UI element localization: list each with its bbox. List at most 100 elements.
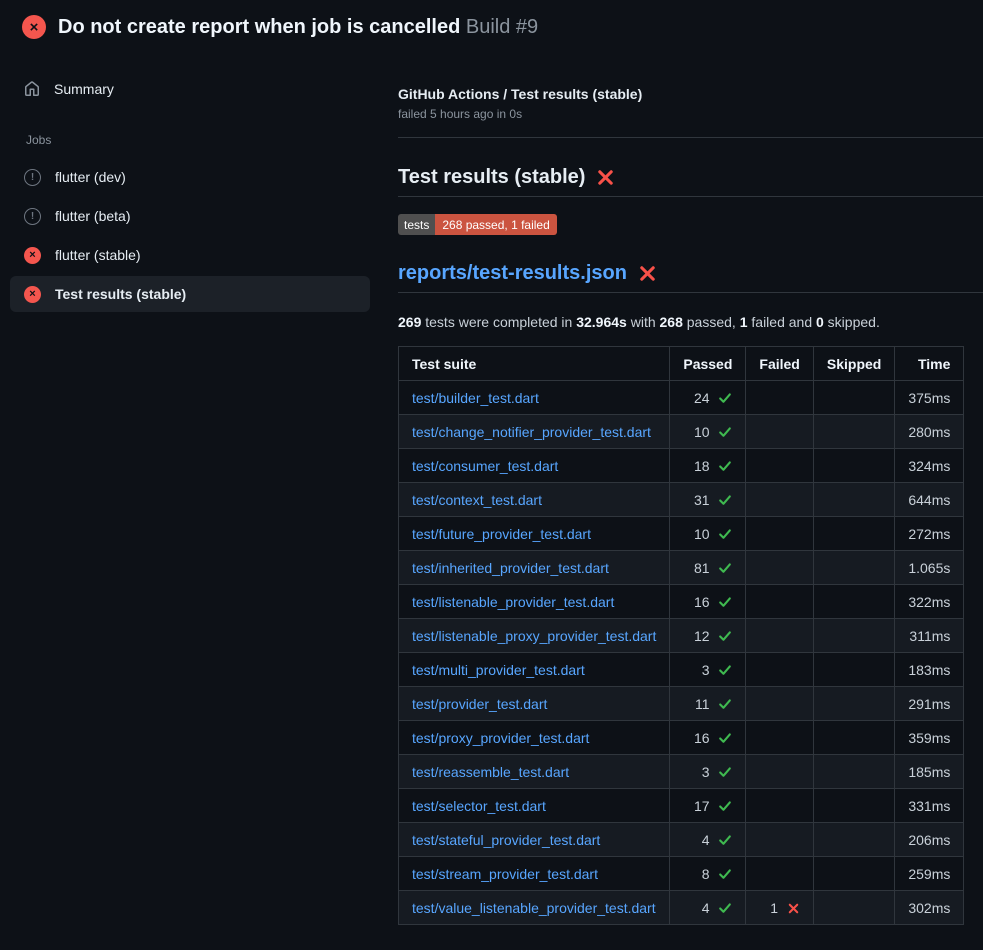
- failed-cell: [746, 721, 813, 755]
- suite-cell: test/multi_provider_test.dart: [399, 653, 670, 687]
- suite-link[interactable]: test/context_test.dart: [412, 492, 542, 508]
- table-row: test/change_notifier_provider_test.dart 1…: [399, 415, 964, 449]
- skipped-cell: [813, 449, 894, 483]
- skipped-cell: [813, 823, 894, 857]
- suite-link[interactable]: test/selector_test.dart: [412, 798, 546, 814]
- passed-cell: 10: [670, 517, 746, 551]
- table-row: test/inherited_provider_test.dart81 1.06…: [399, 551, 964, 585]
- badge-value: 268 passed, 1 failed: [435, 214, 556, 235]
- sidebar: Summary Jobs !flutter (dev)!flutter (bet…: [0, 49, 390, 315]
- skipped-cell: [813, 789, 894, 823]
- jobs-section-label: Jobs: [26, 133, 370, 147]
- sidebar-item-job[interactable]: ×Test results (stable): [10, 276, 370, 312]
- failed-cell: [746, 857, 813, 891]
- suite-link[interactable]: test/multi_provider_test.dart: [412, 662, 585, 678]
- sidebar-item-job[interactable]: ×flutter (stable): [10, 237, 370, 273]
- time-cell: 272ms: [895, 517, 964, 551]
- failed-cell: [746, 449, 813, 483]
- passed-cell: 17: [670, 789, 746, 823]
- time-cell: 302ms: [895, 891, 964, 925]
- summary-number: 32.964s: [576, 314, 627, 330]
- summary-number: 269: [398, 314, 421, 330]
- failed-cell: 1: [746, 891, 813, 925]
- suite-cell: test/context_test.dart: [399, 483, 670, 517]
- skipped-cell: [813, 415, 894, 449]
- suite-link[interactable]: test/change_notifier_provider_test.dart: [412, 424, 651, 440]
- table-row: test/reassemble_test.dart 3 185ms: [399, 755, 964, 789]
- suite-link[interactable]: test/stream_provider_test.dart: [412, 866, 598, 882]
- time-cell: 322ms: [895, 585, 964, 619]
- summary-number: 1: [740, 314, 748, 330]
- table-header-row: Test suite Passed Failed Skipped Time: [399, 347, 964, 381]
- suite-cell: test/stateful_provider_test.dart: [399, 823, 670, 857]
- time-cell: 375ms: [895, 381, 964, 415]
- suite-link[interactable]: test/listenable_proxy_provider_test.dart: [412, 628, 656, 644]
- suite-cell: test/proxy_provider_test.dart: [399, 721, 670, 755]
- run-status-line: failed 5 hours ago in 0s: [398, 107, 983, 121]
- col-header-skipped: Skipped: [813, 347, 894, 381]
- suite-link[interactable]: test/proxy_provider_test.dart: [412, 730, 589, 746]
- suite-cell: test/stream_provider_test.dart: [399, 857, 670, 891]
- skipped-cell: [813, 585, 894, 619]
- suite-link[interactable]: test/provider_test.dart: [412, 696, 547, 712]
- suite-link[interactable]: test/value_listenable_provider_test.dart: [412, 900, 656, 916]
- sidebar-item-job[interactable]: !flutter (dev): [10, 159, 370, 195]
- suite-link[interactable]: test/reassemble_test.dart: [412, 764, 569, 780]
- report-failed-x-icon: [638, 264, 657, 283]
- passed-cell: 16: [670, 721, 746, 755]
- time-cell: 311ms: [895, 619, 964, 653]
- job-neutral-icon: !: [24, 169, 41, 186]
- time-cell: 644ms: [895, 483, 964, 517]
- suite-cell: test/listenable_proxy_provider_test.dart: [399, 619, 670, 653]
- suite-link[interactable]: test/inherited_provider_test.dart: [412, 560, 609, 576]
- table-row: test/context_test.dart 31 644ms: [399, 483, 964, 517]
- suite-link[interactable]: test/builder_test.dart: [412, 390, 539, 406]
- main-content: GitHub Actions / Test results (stable) f…: [390, 49, 983, 925]
- table-row: test/listenable_proxy_provider_test.dart…: [399, 619, 964, 653]
- run-header: × Do not create report when job is cance…: [0, 0, 983, 49]
- passed-cell: 31: [670, 483, 746, 517]
- summary-text: tests were completed in: [421, 314, 576, 330]
- summary-number: 268: [660, 314, 683, 330]
- table-row: test/value_listenable_provider_test.dart…: [399, 891, 964, 925]
- page-layout: Summary Jobs !flutter (dev)!flutter (bet…: [0, 49, 983, 925]
- skipped-cell: [813, 381, 894, 415]
- suite-link[interactable]: test/future_provider_test.dart: [412, 526, 591, 542]
- passed-cell: 11: [670, 687, 746, 721]
- suite-cell: test/reassemble_test.dart: [399, 755, 670, 789]
- failed-cell: [746, 483, 813, 517]
- run-failed-status-icon: ×: [22, 15, 46, 39]
- skipped-cell: [813, 517, 894, 551]
- suite-link[interactable]: test/listenable_provider_test.dart: [412, 594, 614, 610]
- time-cell: 1.065s: [895, 551, 964, 585]
- build-number: Build #9: [466, 16, 538, 38]
- test-results-table: Test suite Passed Failed Skipped Time te…: [398, 346, 964, 925]
- table-row: test/future_provider_test.dart 10 272ms: [399, 517, 964, 551]
- skipped-cell: [813, 483, 894, 517]
- time-cell: 185ms: [895, 755, 964, 789]
- sidebar-item-job[interactable]: !flutter (beta): [10, 198, 370, 234]
- header-divider: [398, 137, 983, 138]
- test-summary-sentence: 269 tests were completed in 32.964s with…: [398, 314, 983, 330]
- failed-cell: [746, 415, 813, 449]
- suite-cell: test/future_provider_test.dart: [399, 517, 670, 551]
- sidebar-item-summary[interactable]: Summary: [10, 71, 370, 107]
- table-row: test/builder_test.dart24 375ms: [399, 381, 964, 415]
- col-header-failed: Failed: [746, 347, 813, 381]
- passed-cell: 10: [670, 415, 746, 449]
- suite-cell: test/builder_test.dart: [399, 381, 670, 415]
- table-row: test/proxy_provider_test.dart16 359ms: [399, 721, 964, 755]
- report-file-link[interactable]: reports/test-results.json: [398, 262, 627, 285]
- passed-cell: 4: [670, 823, 746, 857]
- suite-link[interactable]: test/consumer_test.dart: [412, 458, 558, 474]
- breadcrumb: GitHub Actions / Test results (stable): [398, 86, 983, 102]
- time-cell: 183ms: [895, 653, 964, 687]
- suite-cell: test/selector_test.dart: [399, 789, 670, 823]
- passed-cell: 3: [670, 755, 746, 789]
- skipped-cell: [813, 653, 894, 687]
- time-cell: 206ms: [895, 823, 964, 857]
- passed-cell: 16: [670, 585, 746, 619]
- skipped-cell: [813, 619, 894, 653]
- suite-link[interactable]: test/stateful_provider_test.dart: [412, 832, 600, 848]
- failed-cell: [746, 789, 813, 823]
